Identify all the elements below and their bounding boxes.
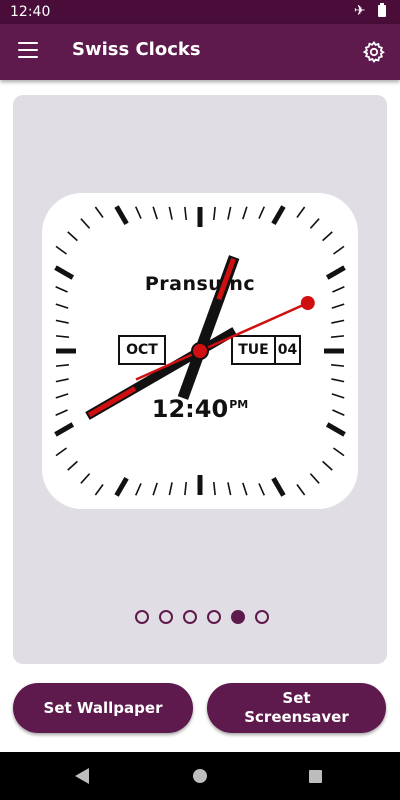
clock-preview-card[interactable]: Pransuinc OCT TUE 04 12:40PM (13, 95, 387, 664)
set-wallpaper-label: Set Wallpaper (43, 698, 163, 717)
minute-hand-accent (87, 386, 137, 418)
clock-hands (85, 255, 315, 420)
second-hand (135, 301, 309, 381)
gear-icon[interactable] (362, 40, 386, 64)
recents-icon[interactable] (309, 770, 322, 783)
battery-icon (378, 3, 386, 19)
pager-dot[interactable] (159, 610, 173, 624)
airplane-mode-icon: ✈ (353, 3, 366, 19)
app-bar: Swiss Clocks (0, 24, 400, 80)
set-screensaver-label-line1: Set (282, 689, 311, 707)
pager-dot[interactable] (183, 610, 197, 624)
pager-dots (135, 610, 269, 624)
status-icons: ✈ (346, 3, 386, 19)
navigation-bar (0, 752, 400, 800)
pager-dot[interactable] (231, 610, 245, 624)
second-hand-tip (300, 296, 315, 311)
app-title: Swiss Clocks (72, 39, 201, 60)
home-icon[interactable] (193, 769, 207, 783)
status-time: 12:40 (10, 4, 51, 20)
set-screensaver-button[interactable]: Set Screensaver (207, 683, 386, 733)
back-icon[interactable] (74, 767, 90, 789)
set-screensaver-label-line2: Screensaver (244, 708, 349, 726)
pager-dot[interactable] (135, 610, 149, 624)
hamburger-menu-icon[interactable] (18, 42, 38, 58)
set-wallpaper-button[interactable]: Set Wallpaper (13, 683, 193, 733)
clock-face: Pransuinc OCT TUE 04 12:40PM (42, 193, 358, 509)
status-bar: 12:40 ✈ (0, 0, 400, 24)
pager-dot[interactable] (255, 610, 269, 624)
pager-dot[interactable] (207, 610, 221, 624)
clock-center-hub (191, 342, 209, 360)
